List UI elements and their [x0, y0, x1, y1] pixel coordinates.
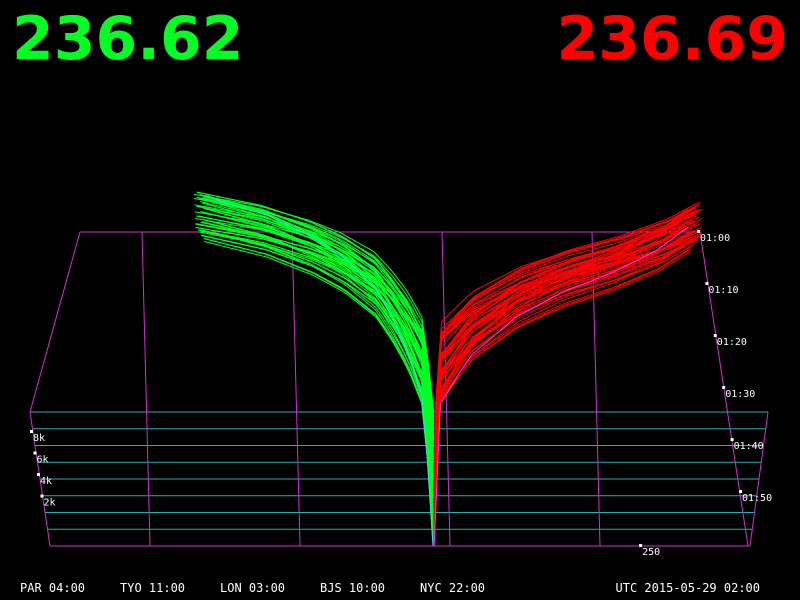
bid-depth-line: [201, 221, 434, 501]
bid-depth-line: [202, 196, 434, 511]
ask-depth-line: [433, 211, 693, 511]
time-tick-label: 01:50: [742, 493, 772, 504]
depth-chart: 2k 4k 6k 8k 250 01:00 01:10 01:20 01:30 01:40 01:5…: [29, 191, 772, 558]
clock-beijing: BJS 10:00: [320, 581, 386, 595]
time-tick-label: 01:40: [734, 441, 764, 452]
time-tick-label: 01:20: [717, 337, 747, 348]
clock-tokyo: TYO 11:00: [120, 581, 186, 595]
volume-tick-label: 8k: [33, 433, 45, 444]
status-bar: PAR 04:00 TYO 11:00 LON 03:00 BJS 10:00 …: [0, 576, 800, 600]
grid-vertical: [141, 231, 151, 547]
ask-price: 236.69: [556, 4, 788, 74]
volume-tick-label: 4k: [40, 476, 52, 487]
time-tick-label: 01:10: [708, 285, 738, 296]
clock-london: LON 03:00: [220, 581, 286, 595]
grid-back-left: [29, 231, 81, 413]
bid-depth-line: [199, 198, 434, 477]
ask-depth-line: [434, 203, 700, 438]
ask-depth-line: [434, 236, 698, 460]
bid-depth-line: [203, 238, 434, 526]
ask-depth-line: [434, 201, 700, 439]
bid-depth-line: [201, 229, 434, 498]
ask-depth-line: [434, 230, 698, 462]
price-tick-label: 250: [642, 547, 660, 558]
clock-paris: PAR 04:00: [20, 581, 86, 595]
bid-depth-line: [204, 238, 434, 531]
volume-tick-label: 2k: [44, 498, 56, 509]
grid-vertical: [291, 231, 301, 547]
label-layer: 2k 4k 6k 8k 250 01:00 01:10 01:20 01:30 01:40 01:5…: [30, 230, 772, 558]
time-tick-label: 01:00: [700, 233, 730, 244]
time-tick-label: 01:30: [725, 389, 755, 400]
clock-utc: UTC 2015-05-29 02:00: [615, 581, 761, 595]
bid-price: 236.62: [12, 4, 244, 74]
bid-depth-line: [204, 219, 434, 536]
ask-depth-line: [433, 244, 695, 488]
ask-depth-line: [433, 240, 692, 518]
depth-chart-app: 2k 4k 6k 8k 250 01:00 01:10 01:20 01:30 01:40 01:5…: [0, 0, 800, 600]
clock-new-york: NYC 22:00: [420, 581, 486, 595]
bid-depth-line: [200, 230, 434, 491]
bid-depth-line: [198, 229, 434, 460]
volume-tick-label: 6k: [37, 455, 49, 466]
ask-depth-line: [433, 244, 695, 491]
